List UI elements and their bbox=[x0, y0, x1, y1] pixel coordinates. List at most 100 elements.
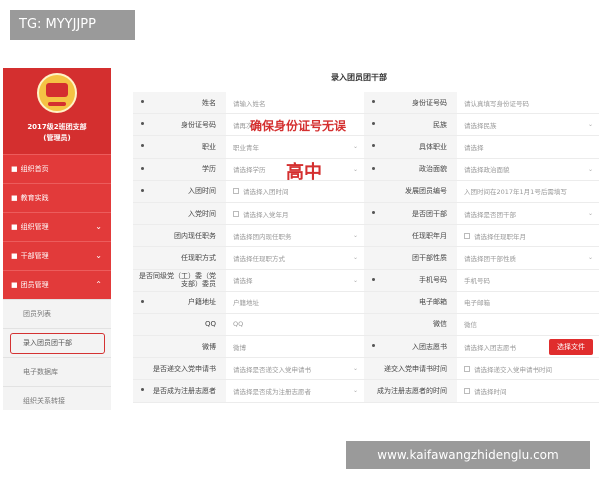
form-row: 微博 微博 入团志愿书 请选择入团志愿书 选择文件 bbox=[133, 336, 599, 359]
field-input[interactable]: 微博 bbox=[226, 336, 364, 357]
field-input[interactable]: 请选择政治面貌 ⌄ bbox=[457, 159, 599, 180]
field-input[interactable]: 职业青年 ⌄ bbox=[226, 136, 364, 157]
field-input[interactable]: 入团时间在2017年1月1号后需填写 bbox=[457, 181, 599, 202]
field-label: 是否同级党（工）委（党支部）委员 bbox=[133, 269, 226, 291]
dropdown-arrow-icon[interactable]: ⌄ bbox=[353, 365, 358, 372]
calendar-icon bbox=[233, 188, 239, 195]
field-input[interactable]: 请选择团干部性质 ⌄ bbox=[457, 247, 599, 268]
sidebar-header: 2017级2班团支部 (管理员) bbox=[3, 68, 111, 154]
field-label: 任现职方式 bbox=[133, 247, 226, 269]
sidebar-subitem-2[interactable]: 电子数据库 bbox=[3, 357, 111, 386]
dropdown-arrow-icon[interactable]: ⌄ bbox=[588, 210, 593, 217]
field-placeholder: 微信 bbox=[464, 321, 477, 330]
required-dot-icon bbox=[372, 210, 375, 214]
field-placeholder: 职业青年 bbox=[233, 143, 259, 152]
field-placeholder: 请选择学历 bbox=[233, 166, 266, 175]
field-input[interactable]: 请选择是否成为注册志愿者 ⌄ bbox=[226, 380, 364, 401]
field-input[interactable]: 户籍地址 bbox=[226, 292, 364, 313]
field-label: 手机号码 bbox=[364, 269, 457, 291]
field-input[interactable]: 请选择任现职方式 ⌄ bbox=[226, 247, 364, 268]
form-row: 是否成为注册志愿者 请选择是否成为注册志愿者 ⌄ 成为注册志愿者的时间 请选择时间 bbox=[133, 380, 599, 403]
sidebar-item-0[interactable]: ■ 组织首页 bbox=[3, 154, 111, 183]
field-label-text: 入团时间 bbox=[188, 187, 216, 196]
required-dot-icon bbox=[141, 299, 144, 303]
field-placeholder: 请认真填写身份证号码 bbox=[464, 99, 529, 108]
field-label-text: 任现职年月 bbox=[412, 231, 447, 240]
sidebar-item-label: 组织管理 bbox=[20, 223, 49, 231]
sidebar-item-4[interactable]: ■ 团员管理 ⌃ bbox=[3, 270, 111, 299]
field-label-text: 成为注册志愿者的时间 bbox=[377, 387, 447, 396]
dropdown-arrow-icon[interactable]: ⌄ bbox=[353, 232, 358, 239]
field-placeholder: 请选择时间 bbox=[474, 388, 507, 397]
field-label-text: 姓名 bbox=[202, 98, 216, 107]
field-placeholder: QQ bbox=[233, 320, 244, 329]
org-role: (管理员) bbox=[43, 134, 71, 142]
field-label: 职业 bbox=[133, 136, 226, 158]
sidebar-subitem-1[interactable]: 录入团员团干部 bbox=[3, 328, 111, 357]
field-input[interactable]: 请选择入团志愿书 选择文件 bbox=[457, 336, 599, 357]
field-input[interactable]: 请选择时间 bbox=[457, 380, 599, 401]
field-label: 姓名 bbox=[133, 92, 226, 114]
field-label-text: 团干部性质 bbox=[412, 253, 447, 262]
field-input[interactable]: 手机号码 bbox=[457, 270, 599, 291]
field-label: 是否递交入党申请书 bbox=[133, 358, 226, 380]
field-label: 电子邮箱 bbox=[364, 291, 457, 313]
field-input[interactable]: 请选择团内现任职务 ⌄ bbox=[226, 225, 364, 246]
field-input[interactable]: 请选择递交入党申请书时间 bbox=[457, 358, 599, 379]
field-label-text: 学历 bbox=[202, 165, 216, 174]
field-label: 入团时间 bbox=[133, 180, 226, 202]
field-placeholder: 请选择团干部性质 bbox=[464, 254, 516, 263]
field-input[interactable]: 电子邮箱 bbox=[457, 292, 599, 313]
field-input[interactable]: 微信 bbox=[457, 314, 599, 335]
field-placeholder: 请选择入党年月 bbox=[243, 210, 289, 219]
field-input[interactable]: 请选择 bbox=[457, 136, 599, 157]
required-dot-icon bbox=[372, 144, 375, 148]
field-input[interactable]: 请选择入党年月 bbox=[226, 203, 364, 224]
field-label: 入团志愿书 bbox=[364, 336, 457, 358]
field-label-text: 职业 bbox=[202, 142, 216, 151]
sidebar-item-1[interactable]: ■ 教育实践 bbox=[3, 183, 111, 212]
field-input[interactable]: 请选择民族 ⌄ bbox=[457, 114, 599, 135]
field-input[interactable]: 请选择是否递交入党申请书 ⌄ bbox=[226, 358, 364, 379]
org-name: 2017级2班团支部 (管理员) bbox=[3, 122, 111, 144]
dropdown-arrow-icon[interactable]: ⌄ bbox=[588, 254, 593, 261]
form-row: 姓名 请输入姓名 身份证号码 请认真填写身份证号码 bbox=[133, 92, 599, 115]
field-input[interactable]: 请输入姓名 bbox=[226, 92, 364, 113]
field-placeholder: 请选择任现职年月 bbox=[474, 232, 526, 241]
field-input[interactable]: 请选择 ⌄ bbox=[226, 270, 364, 291]
sidebar-item-3[interactable]: ■ 干部管理 ⌄ bbox=[3, 241, 111, 270]
field-placeholder: 请选择入团志愿书 bbox=[464, 343, 516, 352]
dropdown-arrow-icon[interactable]: ⌄ bbox=[353, 387, 358, 394]
field-placeholder: 请选择是否成为注册志愿者 bbox=[233, 388, 311, 397]
required-dot-icon bbox=[372, 166, 375, 170]
field-label: 成为注册志愿者的时间 bbox=[364, 380, 457, 402]
field-input[interactable]: 请选择是否团干部 ⌄ bbox=[457, 203, 599, 224]
field-placeholder: 入团时间在2017年1月1号后需填写 bbox=[464, 188, 567, 197]
sidebar-item-label: 组织首页 bbox=[20, 165, 49, 173]
dropdown-arrow-icon[interactable]: ⌄ bbox=[353, 143, 358, 150]
sidebar-subitem-0[interactable]: 团员列表 bbox=[3, 299, 111, 328]
dropdown-arrow-icon[interactable]: ⌄ bbox=[353, 166, 358, 173]
dropdown-arrow-icon[interactable]: ⌄ bbox=[353, 254, 358, 261]
field-placeholder: 请选择任现职方式 bbox=[233, 254, 285, 263]
sidebar-subitem-3[interactable]: 组织关系转接 bbox=[3, 386, 111, 410]
field-placeholder: 请选择团内现任职务 bbox=[233, 232, 292, 241]
dropdown-arrow-icon[interactable]: ⌄ bbox=[588, 166, 593, 173]
dropdown-arrow-icon[interactable]: ⌄ bbox=[353, 277, 358, 284]
field-input[interactable]: QQ bbox=[226, 314, 364, 335]
form-row: 是否同级党（工）委（党支部）委员 请选择 ⌄ 手机号码 手机号码 bbox=[133, 269, 599, 292]
choose-file-button[interactable]: 选择文件 bbox=[549, 339, 593, 356]
field-placeholder: 手机号码 bbox=[464, 277, 490, 286]
field-label-text: 户籍地址 bbox=[188, 298, 216, 307]
form-row: QQ QQ 微信 微信 bbox=[133, 313, 599, 337]
dropdown-arrow-icon[interactable]: ⌄ bbox=[588, 121, 593, 128]
sidebar-subitem-label: 录入团员团干部 bbox=[10, 332, 105, 354]
required-dot-icon bbox=[141, 188, 144, 192]
field-input[interactable]: 请认真填写身份证号码 bbox=[457, 92, 599, 113]
field-input[interactable]: 请选择任现职年月 bbox=[457, 225, 599, 246]
menu-icon: ■ bbox=[11, 252, 18, 260]
sidebar-item-2[interactable]: ■ 组织管理 ⌄ bbox=[3, 212, 111, 241]
field-placeholder: 请选择 bbox=[464, 143, 484, 152]
required-dot-icon bbox=[141, 166, 144, 170]
field-label-text: 具体职业 bbox=[419, 142, 447, 151]
